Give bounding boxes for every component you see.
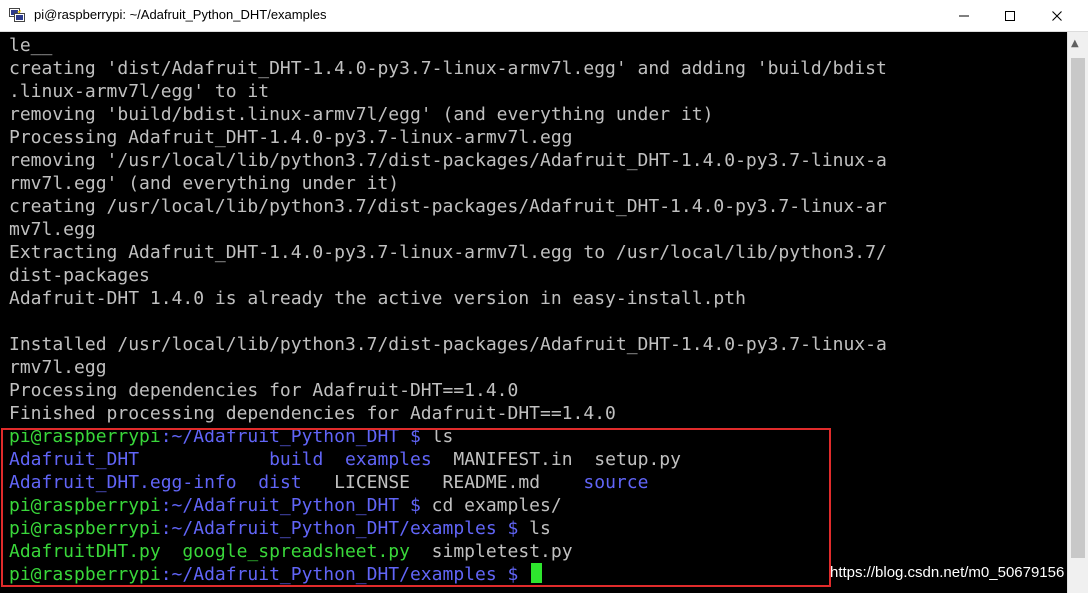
highlight-box bbox=[1, 428, 831, 587]
vertical-scrollbar[interactable]: ▲ bbox=[1067, 32, 1088, 593]
terminal-area[interactable]: le__ creating 'dist/Adafruit_DHT-1.4.0-p… bbox=[0, 32, 1067, 593]
output-line: le__ bbox=[9, 35, 53, 56]
window-title: pi@raspberrypi: ~/Adafruit_Python_DHT/ex… bbox=[34, 7, 327, 22]
output-line: removing 'build/bdist.linux-armv7l/egg' … bbox=[9, 104, 714, 125]
maximize-icon bbox=[1005, 10, 1015, 21]
minimize-button[interactable] bbox=[941, 0, 987, 31]
output-line: dist-packages bbox=[9, 265, 150, 286]
output-line: Adafruit-DHT 1.4.0 is already the active… bbox=[9, 288, 746, 309]
output-line: rmv7l.egg bbox=[9, 357, 107, 378]
maximize-button[interactable] bbox=[987, 0, 1033, 31]
output-line: Processing Adafruit_DHT-1.4.0-py3.7-linu… bbox=[9, 127, 573, 148]
close-button[interactable] bbox=[1034, 0, 1080, 31]
output-line: Processing dependencies for Adafruit-DHT… bbox=[9, 380, 519, 401]
output-line: creating 'dist/Adafruit_DHT-1.4.0-py3.7-… bbox=[9, 58, 887, 79]
output-line: mv7l.egg bbox=[9, 219, 96, 240]
title-bar[interactable]: pi@raspberrypi: ~/Adafruit_Python_DHT/ex… bbox=[0, 0, 1088, 32]
putty-icon bbox=[9, 8, 25, 22]
output-line: Installed /usr/local/lib/python3.7/dist-… bbox=[9, 334, 887, 355]
minimize-icon bbox=[959, 15, 969, 16]
output-line: Extracting Adafruit_DHT-1.4.0-py3.7-linu… bbox=[9, 242, 887, 263]
output-line: Finished processing dependencies for Ada… bbox=[9, 403, 616, 424]
output-line: removing '/usr/local/lib/python3.7/dist-… bbox=[9, 150, 887, 171]
output-line: creating /usr/local/lib/python3.7/dist-p… bbox=[9, 196, 887, 217]
close-icon bbox=[1052, 10, 1062, 21]
output-line: rmv7l.egg' (and everything under it) bbox=[9, 173, 400, 194]
scroll-up-arrow-icon[interactable]: ▲ bbox=[1071, 38, 1079, 49]
scrollbar-thumb[interactable] bbox=[1071, 58, 1085, 558]
watermark: https://blog.csdn.net/m0_50679156 bbox=[830, 564, 1065, 581]
output-line: .linux-armv7l/egg' to it bbox=[9, 81, 270, 102]
